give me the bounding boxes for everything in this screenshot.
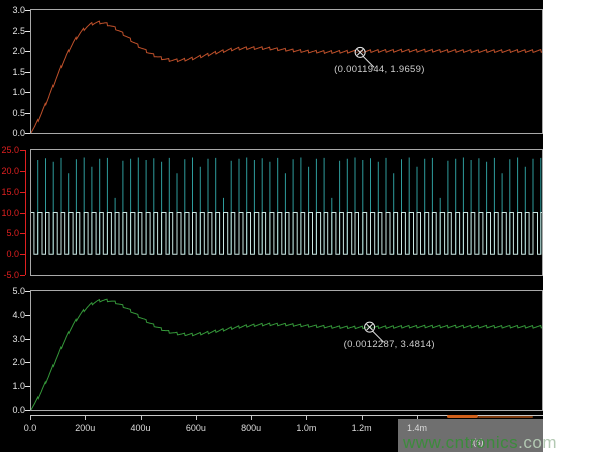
x-tick-mark: [30, 415, 31, 420]
x-tick-label: 600u: [182, 423, 210, 433]
y-tick-label: 4.0: [0, 310, 25, 320]
x-tick-label: 1.0m: [292, 423, 320, 433]
x-tick-mark: [196, 415, 197, 420]
pwm-square-trace: [31, 213, 542, 255]
y-tick-label: 5.0: [0, 286, 25, 296]
watermark-tld: .com: [518, 433, 557, 452]
y-tick-label: 1.0: [0, 87, 25, 97]
y-tick-label: 2.5: [0, 26, 25, 36]
y-tick-label: 0.0: [0, 128, 25, 138]
x-tick-mark: [251, 415, 252, 420]
y-tick-label: 2.0: [0, 357, 25, 367]
y-tick-label: 15.0: [0, 187, 19, 197]
x-tick-mark: [362, 415, 363, 420]
y-axis-line: [25, 150, 26, 275]
output-voltage-green-trace: [31, 299, 542, 410]
x-tick-label: 0.0: [16, 423, 44, 433]
x-tick-label: 1.4m: [403, 423, 431, 433]
y-tick-mark: [25, 362, 30, 363]
y-tick-label: -5.0: [0, 270, 19, 280]
cursor-readout-bottom: (0.0012287, 3.4814): [344, 339, 435, 350]
y-tick-label: 10.0: [0, 208, 19, 218]
y-tick-mark: [25, 92, 30, 93]
axis-highlight-dash-dim: [478, 416, 533, 418]
y-tick-mark: [25, 10, 30, 11]
y-tick-mark: [25, 72, 30, 73]
cursor-readout-top: (0.0011944, 1.9659): [334, 64, 425, 75]
red-trace-plot: [31, 10, 542, 133]
y-tick-mark: [25, 133, 30, 134]
y-tick-mark: [25, 291, 30, 292]
y-tick-label: 1.5: [0, 67, 25, 77]
watermark-text: www.cntronics.com: [403, 433, 557, 452]
y-tick-mark: [25, 386, 30, 387]
watermark-domain: www.cntronics: [403, 433, 518, 452]
y-tick-mark: [25, 31, 30, 32]
waveform-viewer-screen: (0.0011944, 1.9659) (0.0012287, 3.4814) …: [0, 0, 600, 452]
green-trace-plot: [31, 291, 542, 410]
y-tick-mark: [20, 275, 25, 276]
y-tick-label: 25.0: [0, 145, 19, 155]
y-tick-label: 20.0: [0, 166, 19, 176]
y-tick-label: 3.0: [0, 5, 25, 15]
pwm-trace-plot: [31, 150, 542, 275]
x-tick-mark: [141, 415, 142, 420]
x-tick-label: 400u: [127, 423, 155, 433]
x-tick-mark: [85, 415, 86, 420]
y-tick-label: 0.5: [0, 108, 25, 118]
y-tick-label: 0.0: [0, 405, 25, 415]
plot-panel-top-red: [30, 9, 543, 134]
right-white-band: [543, 0, 600, 452]
y-tick-label: 2.0: [0, 46, 25, 56]
y-tick-mark: [25, 410, 30, 411]
axis-highlight-dash-bright: [447, 415, 478, 418]
y-tick-mark: [25, 315, 30, 316]
output-voltage-red-trace: [31, 21, 542, 133]
y-tick-label: 1.0: [0, 381, 25, 391]
y-tick-label: 5.0: [0, 228, 19, 238]
y-tick-mark: [25, 113, 30, 114]
x-tick-label: 200u: [71, 423, 99, 433]
y-tick-mark: [25, 51, 30, 52]
y-tick-label: 0.0: [0, 249, 19, 259]
plot-panel-bottom-green: [30, 290, 543, 411]
x-tick-label: 1.2m: [348, 423, 376, 433]
y-tick-mark: [25, 339, 30, 340]
x-tick-mark: [306, 415, 307, 420]
plot-panel-middle-pwm: [30, 149, 543, 276]
x-tick-label: 800u: [237, 423, 265, 433]
y-tick-label: 3.0: [0, 334, 25, 344]
